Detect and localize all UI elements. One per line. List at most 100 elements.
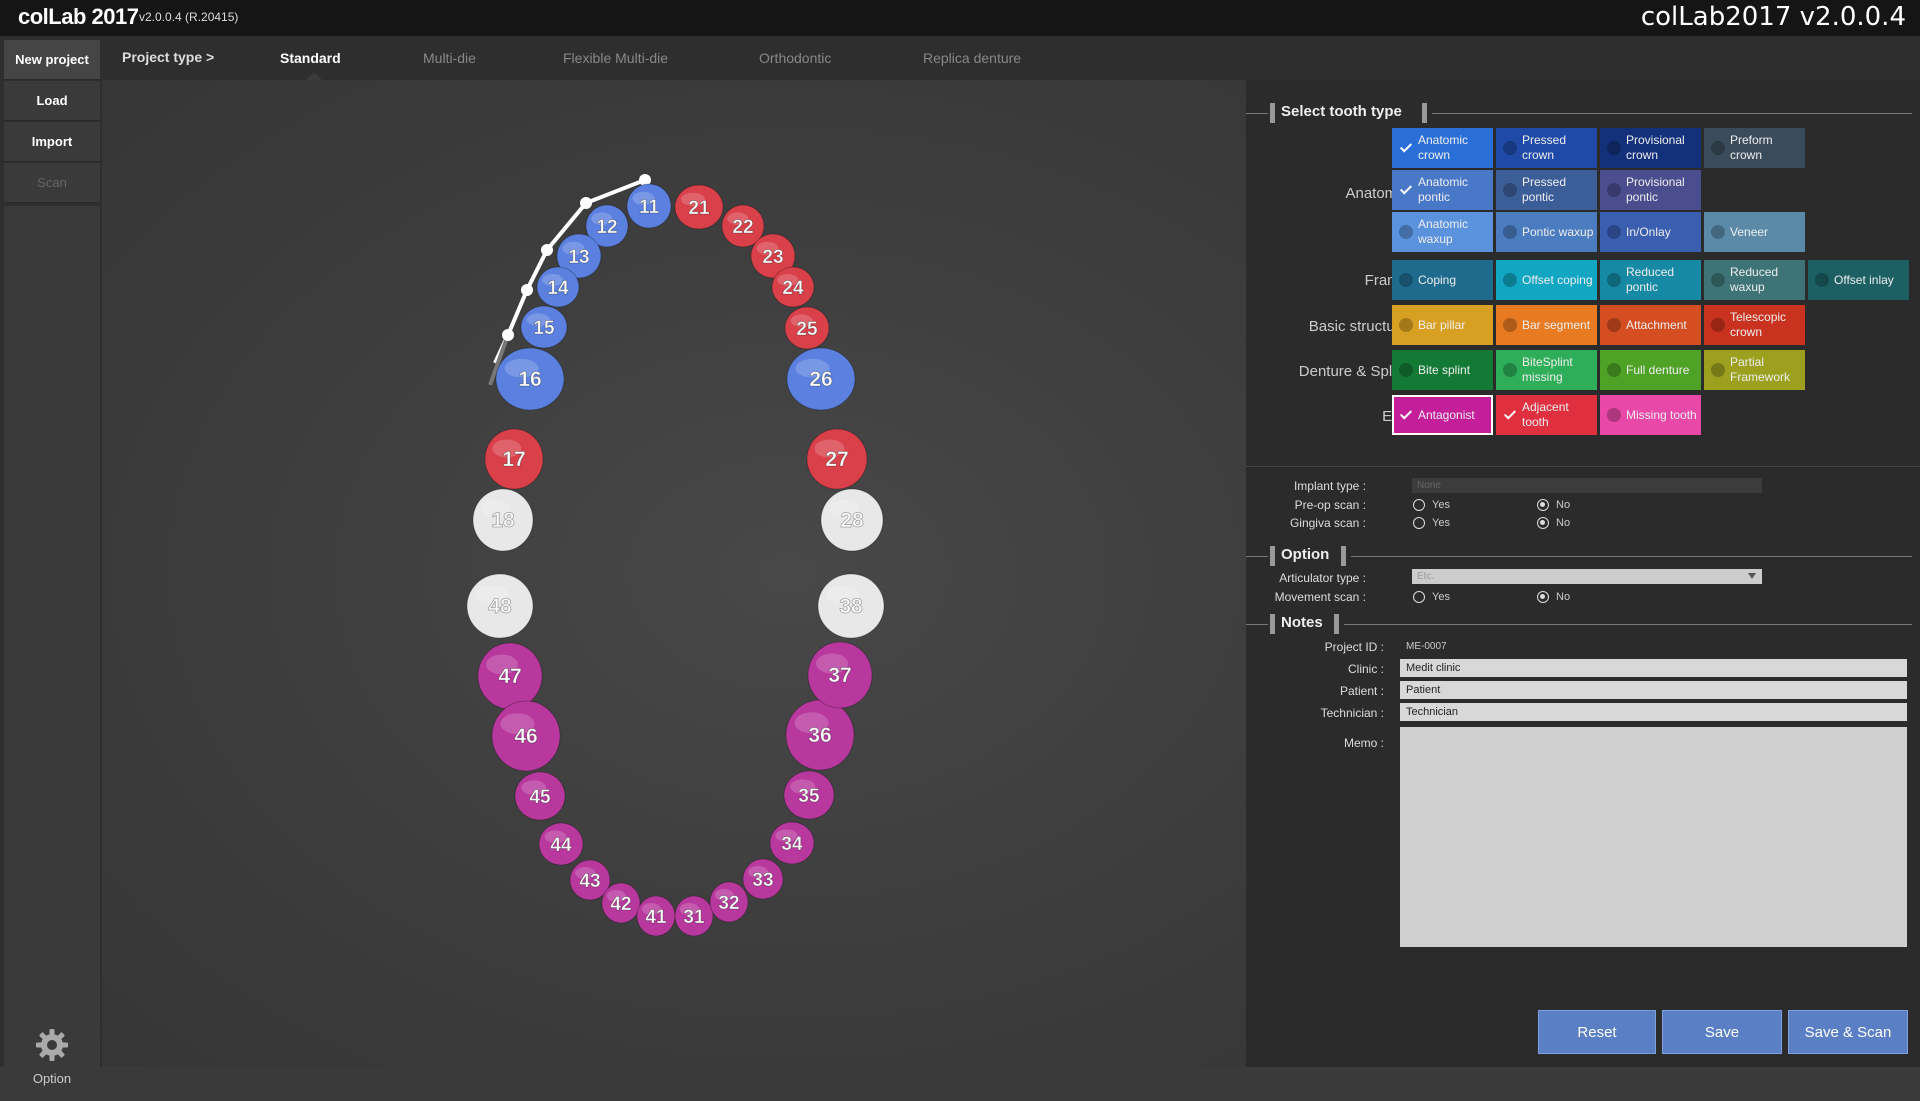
tab-orthodontic[interactable]: Orthodontic [759,50,831,66]
tooth-25[interactable]: 25 [784,306,830,350]
tooth-type-label: Bite splint [1418,362,1471,377]
tooth-28[interactable]: 28 [820,488,884,552]
project-id-value: ME-0007 [1406,641,1447,652]
tooth-type-bite-splint-button[interactable]: Bite splint [1392,350,1493,390]
tooth-type-pressed-pontic-button[interactable]: Pressed pontic [1496,170,1597,210]
tooth-34[interactable]: 34 [769,821,815,865]
tooth-46[interactable]: 46 [491,700,561,772]
tooth-type-label: Bar pillar [1418,317,1466,332]
gingiva-no-radio[interactable] [1537,517,1549,529]
tooth-48[interactable]: 48 [466,573,534,639]
clinic-input[interactable]: Medit clinic [1400,659,1907,677]
tab-multi-die[interactable]: Multi-die [423,50,476,66]
tooth-type-anatomic-waxup-button[interactable]: Anatomic waxup [1392,212,1493,252]
tooth-type-provisional-pontic-button[interactable]: Provisional pontic [1600,170,1701,210]
tooth-32[interactable]: 32 [709,881,749,923]
tooth-type-reduced-waxup-button[interactable]: Reduced waxup [1704,260,1805,300]
save-button[interactable]: Save [1662,1010,1782,1054]
tooth-type-full-denture-button[interactable]: Full denture [1600,350,1701,390]
tooth-18[interactable]: 18 [472,488,534,552]
tooth-type-anatomic-pontic-button[interactable]: Anatomic pontic [1392,170,1493,210]
tooth-type-bar-pillar-button[interactable]: Bar pillar [1392,305,1493,345]
tooth-41[interactable]: 41 [636,895,676,937]
tooth-45[interactable]: 45 [514,771,566,821]
app-logo: colLab 2017 [18,4,139,29]
tooth-type-adjacent-tooth-button[interactable]: Adjacent tooth [1496,395,1597,435]
tooth-type-bitesplint-missing-button[interactable]: BiteSplint missing [1496,350,1597,390]
movement-no-label: No [1556,591,1571,603]
technician-input[interactable]: Technician [1400,703,1907,721]
tooth-15[interactable]: 15 [520,305,568,349]
tooth-21[interactable]: 21 [674,184,724,230]
save-scan-button[interactable]: Save & Scan [1788,1010,1908,1054]
tab-standard[interactable]: Standard [280,50,341,66]
tooth-26[interactable]: 26 [786,347,856,411]
tooth-42[interactable]: 42 [601,882,641,924]
movement-yes-radio[interactable] [1413,591,1425,603]
tooth-type-offset-inlay-button[interactable]: Offset inlay [1808,260,1909,300]
tooth-type-reduced-pontic-button[interactable]: Reduced pontic [1600,260,1701,300]
tooth-number: 22 [732,217,753,238]
option-button[interactable]: Option [4,1021,100,1101]
load-button[interactable]: Load [4,81,100,121]
tab-replica-denture[interactable]: Replica denture [923,50,1021,66]
tooth-number: 44 [550,835,572,856]
memo-textarea[interactable] [1400,727,1907,947]
tooth-type-label: Provisional pontic [1626,175,1685,204]
movement-no-radio[interactable] [1537,591,1549,603]
reset-button[interactable]: Reset [1538,1010,1656,1054]
tooth-16[interactable]: 16 [495,347,565,411]
tooth-47[interactable]: 47 [477,642,543,710]
tooth-36[interactable]: 36 [785,699,855,771]
tooth-type-missing-tooth-button[interactable]: Missing tooth [1600,395,1701,435]
unchecked-icon [1711,273,1725,287]
tooth-type-attachment-button[interactable]: Attachment [1600,305,1701,345]
gingiva-yes-radio[interactable] [1413,517,1425,529]
tooth-11[interactable]: 11 [626,183,672,229]
new-project-button[interactable]: New project [4,40,100,80]
tooth-type-coping-button[interactable]: Coping [1392,260,1493,300]
tooth-type-anatomic-crown-button[interactable]: Anatomic crown [1392,128,1493,168]
import-button[interactable]: Import [4,122,100,162]
tooth-number: 14 [547,278,569,299]
preop-yes-radio[interactable] [1413,499,1425,511]
tooth-37[interactable]: 37 [807,641,873,709]
tooth-type-in-onlay-button[interactable]: In/Onlay [1600,212,1701,252]
tooth-24[interactable]: 24 [771,266,815,308]
tooth-type-partial-framework-button[interactable]: Partial Framework [1704,350,1805,390]
row-label-denture-splint: Denture & Splint [1298,363,1408,380]
tooth-14[interactable]: 14 [536,266,580,308]
tooth-number: 33 [752,870,773,891]
tooth-17[interactable]: 17 [484,428,544,490]
tooth-type-label: Attachment [1626,317,1687,332]
tooth-44[interactable]: 44 [538,822,584,866]
tooth-type-label: Anatomic pontic [1418,175,1469,204]
tooth-type-label: Provisional crown [1626,133,1685,162]
tooth-type-provisional-crown-button[interactable]: Provisional crown [1600,128,1701,168]
tooth-type-pontic-waxup-button[interactable]: Pontic waxup [1496,212,1597,252]
tab-flexible-multi-die[interactable]: Flexible Multi-die [563,50,668,66]
tooth-type-bar-segment-button[interactable]: Bar segment [1496,305,1597,345]
tooth-35[interactable]: 35 [783,770,835,820]
articulator-type-select[interactable]: Etc. [1412,569,1762,584]
tooth-type-label: Pressed crown [1522,133,1567,162]
tooth-type-preform-crown-button[interactable]: Preform crown [1704,128,1805,168]
unchecked-icon [1815,273,1829,287]
implant-type-select[interactable]: None [1412,478,1762,493]
tooth-type-antagonist-button[interactable]: Antagonist [1392,395,1493,435]
preop-no-radio[interactable] [1537,499,1549,511]
tooth-27[interactable]: 27 [806,428,868,490]
tooth-33[interactable]: 33 [742,858,784,900]
tooth-38[interactable]: 38 [817,573,885,639]
unchecked-icon [1503,183,1517,197]
tooth-type-offset-coping-button[interactable]: Offset coping [1496,260,1597,300]
tooth-type-pressed-crown-button[interactable]: Pressed crown [1496,128,1597,168]
scan-button[interactable]: Scan [4,163,100,203]
unchecked-icon [1503,141,1517,155]
tooth-type-label: Reduced pontic [1626,265,1675,294]
tooth-type-veneer-button[interactable]: Veneer [1704,212,1805,252]
tooth-type-telescopic-crown-button[interactable]: Telescopic crown [1704,305,1805,345]
patient-input[interactable]: Patient [1400,681,1907,699]
unchecked-icon [1711,141,1725,155]
tooth-31[interactable]: 31 [674,895,714,937]
